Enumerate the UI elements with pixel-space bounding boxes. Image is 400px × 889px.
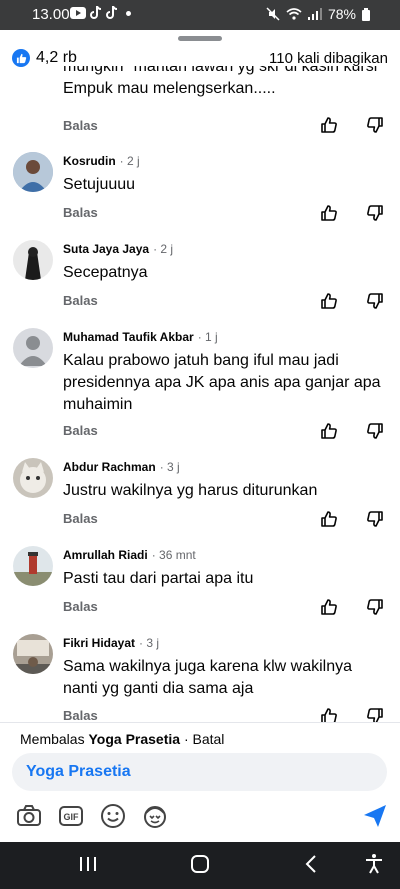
dislike-icon[interactable] [366,707,384,722]
like-icon[interactable] [320,292,338,310]
commenter-name[interactable]: Suta Jaya Jaya [63,242,149,256]
dislike-icon[interactable] [366,510,384,528]
send-icon[interactable] [362,803,388,829]
dislike-icon[interactable] [366,116,384,134]
comment-meta: Muhamad Taufik Akbar · 1 j [63,330,218,344]
reply-composer: Membalas Yoga Prasetia · Batal Yoga Pras… [0,722,400,842]
notification-icons [70,6,131,20]
comment-meta: Fikri Hidayat · 3 j [63,636,159,650]
reaction-count: 4,2 rb [36,49,77,66]
replying-prefix: Membalas [20,731,85,747]
avatar[interactable] [13,240,53,280]
comment-meta: Suta Jaya Jaya · 2 j [63,242,173,256]
comment-text: Pasti tau dari partai apa itu [63,570,254,587]
comment-text: Setujuuuu [63,176,136,193]
comment-meta: Amrullah Riadi · 36 mnt [63,548,196,562]
reply-button[interactable]: Balas [63,423,98,438]
like-icon[interactable] [320,707,338,722]
status-bar: 13.00 78% [0,0,400,30]
commenter-name[interactable]: Abdur Rachman [63,460,156,474]
avatar[interactable] [13,328,53,368]
comment-time: · 1 j [197,330,218,344]
comment-time: · 2 j [153,242,174,256]
avatar[interactable] [13,634,53,674]
battery-level: 78% [327,6,356,22]
replying-to-name: Yoga Prasetia [88,731,181,747]
sheet-drag-handle[interactable] [178,36,222,41]
dislike-icon[interactable] [366,598,384,616]
commenter-name[interactable]: Kosrudin [63,154,116,168]
like-icon[interactable] [320,598,338,616]
like-icon[interactable] [320,116,338,134]
share-count[interactable]: 110 kali dibagikan [269,50,388,67]
back-icon[interactable] [300,852,324,876]
replying-indicator: Membalas Yoga Prasetia · Batal [20,731,224,747]
comment-meta: Kosrudin · 2 j [63,154,140,168]
like-icon[interactable] [320,510,338,528]
system-icons: 78% [266,6,370,22]
comment-text: Secepatnya [63,264,148,281]
accessibility-icon[interactable] [362,852,386,876]
comment-text: Justru wakilnya yg harus diturunkan [63,482,318,499]
reply-button[interactable]: Balas [63,118,98,133]
commenter-name[interactable]: Amrullah Riadi [63,548,148,562]
emoji-icon[interactable] [100,803,126,829]
status-time: 13.00 [32,6,70,23]
comment-time: · 3 j [139,636,160,650]
comment-text: Sama wakilnya juga karena klw wakilnya n… [63,658,353,697]
comment-list[interactable]: mungkin "mantan lawan yg skr di kasih ku… [0,66,400,722]
composer-tools: GIF [0,803,400,833]
comment-text: Kalau prabowo jatuh bang iful mau jadi p… [63,352,381,413]
comment-time: · 2 j [119,154,140,168]
android-nav-bar [0,842,400,889]
dislike-icon[interactable] [366,422,384,440]
reply-button[interactable]: Balas [63,205,98,220]
tiktok-icon [90,6,102,19]
reply-button[interactable]: Balas [63,599,98,614]
reply-button[interactable]: Balas [63,511,98,526]
tiktok-icon [106,6,118,19]
avatar[interactable] [13,152,53,192]
like-icon[interactable] [320,204,338,222]
dislike-icon[interactable] [366,204,384,222]
youtube-icon [70,7,86,19]
mute-icon [266,7,280,21]
avatar[interactable] [13,458,53,498]
dislike-icon[interactable] [366,292,384,310]
comment-time: · 3 j [159,460,180,474]
home-icon[interactable] [188,852,212,876]
comment-input[interactable]: Yoga Prasetia [12,753,387,791]
commenter-name[interactable]: Muhamad Taufik Akbar [63,330,194,344]
reply-button[interactable]: Balas [63,293,98,308]
comment-meta: Abdur Rachman · 3 j [63,460,180,474]
gif-icon[interactable]: GIF [58,803,84,829]
signal-icon [307,8,322,20]
reaction-summary[interactable]: 4,2 rb [12,49,77,67]
recent-apps-icon[interactable] [76,852,100,876]
avatar-sticker-icon[interactable] [142,803,168,829]
dot-icon [126,10,131,16]
wifi-icon [286,8,302,20]
comment-text: mungkin "mantan lawan yg skr di kasih ku… [63,66,378,97]
camera-icon[interactable] [16,803,42,829]
commenter-name[interactable]: Fikri Hidayat [63,636,135,650]
reply-button[interactable]: Balas [63,708,98,722]
avatar[interactable] [13,546,53,586]
like-reaction-icon [12,49,30,67]
comment-time: · 36 mnt [151,548,196,562]
cancel-reply-link[interactable]: · Batal [184,731,224,747]
svg-text:GIF: GIF [64,812,80,822]
battery-icon [362,7,370,21]
like-icon[interactable] [320,422,338,440]
